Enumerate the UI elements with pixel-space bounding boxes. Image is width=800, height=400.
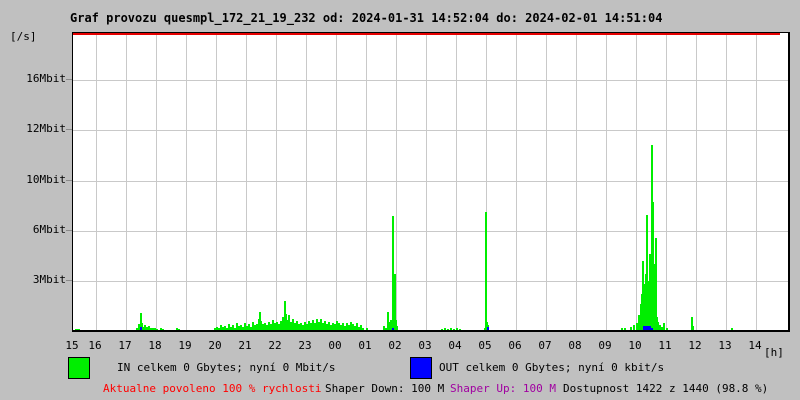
in-series-bar [485, 212, 487, 330]
in-series-bar [441, 329, 443, 330]
out-series-bar [651, 328, 653, 330]
horizontal-gridline [73, 130, 788, 131]
in-series-bar [450, 328, 452, 330]
y-axis-tick-mark [66, 129, 72, 130]
traffic-graph-page: { "title": "Graf provozu quesmpl_172_21_… [0, 0, 800, 400]
x-axis-tick-label: 16 [88, 339, 102, 352]
y-axis-tick-label: 3Mbit [32, 273, 66, 286]
y-axis-tick-mark [66, 280, 72, 281]
y-axis-tick-mark [66, 79, 72, 80]
graph-title: Graf provozu quesmpl_172_21_19_232 od: 2… [70, 11, 663, 25]
x-axis-tick-label: 14 [748, 339, 762, 352]
out-series-bar [487, 327, 489, 330]
x-axis-tick-label: 07 [538, 339, 552, 352]
x-axis-tick-label: 19 [178, 339, 192, 352]
y-axis-tick-label: 6Mbit [32, 223, 66, 236]
horizontal-gridline [73, 181, 788, 182]
x-axis-unit-label: [h] [764, 346, 784, 359]
legend-out-swatch [410, 357, 432, 379]
in-series-bar [666, 328, 668, 330]
status-allowed-speed: Aktualne povoleno 100 % rychlosti [103, 382, 322, 395]
in-series-bar [178, 329, 180, 330]
x-axis-tick-label: 04 [448, 339, 462, 352]
x-axis-tick-label: 23 [298, 339, 312, 352]
plot-area [72, 32, 790, 332]
x-axis-tick-label: 12 [688, 339, 702, 352]
horizontal-gridline [73, 281, 788, 282]
x-axis-tick-label: 03 [418, 339, 432, 352]
x-axis-tick-label: 21 [238, 339, 252, 352]
x-axis-tick-label: 22 [268, 339, 282, 352]
y-axis-tick-label: 16Mbit [26, 72, 66, 85]
in-series-bar [396, 326, 398, 330]
x-axis-tick-label: 15 [65, 339, 79, 352]
legend-in-swatch [68, 357, 90, 379]
horizontal-gridline [73, 80, 788, 81]
in-series-bar [621, 328, 623, 330]
in-series-bar [162, 329, 164, 330]
in-series-bar [459, 329, 461, 330]
horizontal-gridline [73, 231, 788, 232]
in-series-bar [362, 328, 364, 330]
x-axis-tick-label: 10 [628, 339, 642, 352]
in-series-bar [447, 329, 449, 330]
max-allowed-speed-line [73, 33, 780, 35]
x-axis-tick-label: 17 [118, 339, 132, 352]
x-axis-tick-label: 20 [208, 339, 222, 352]
x-axis-tick-label: 08 [568, 339, 582, 352]
x-axis-tick-label: 13 [718, 339, 732, 352]
status-availability: Dostupnost 1422 z 1440 (98.8 %) [563, 382, 769, 395]
y-axis-tick-label: 12Mbit [26, 122, 66, 135]
x-axis-tick-label: 11 [658, 339, 672, 352]
in-series-bar [630, 327, 632, 330]
out-series-bar [392, 328, 394, 330]
x-axis-tick-label: 02 [388, 339, 402, 352]
in-series-bar [78, 329, 80, 330]
status-shaper-down: Shaper Down: 100 M [325, 382, 445, 395]
in-series-bar [453, 329, 455, 330]
status-shaper-up: Shaper Up: 100 M [450, 382, 556, 395]
x-axis-tick-label: 05 [478, 339, 492, 352]
in-series-bar [366, 328, 368, 330]
y-axis-tick-mark [66, 180, 72, 181]
y-axis-tick-label: 10Mbit [26, 173, 66, 186]
x-axis-tick-label: 09 [598, 339, 612, 352]
in-series-bar [731, 328, 733, 330]
in-series-bar [456, 328, 458, 330]
x-axis-tick-label: 01 [358, 339, 372, 352]
x-axis-tick-label: 00 [328, 339, 342, 352]
out-series-bar [140, 327, 142, 330]
legend-in-label: IN celkem 0 Gbytes; nyní 0 Mbit/s [117, 361, 336, 374]
x-axis-tick-label: 18 [148, 339, 162, 352]
in-series-bar [663, 323, 665, 330]
in-series-bar [444, 328, 446, 330]
legend-out-label: OUT celkem 0 Gbytes; nyní 0 kbit/s [439, 361, 665, 374]
in-series-bar [633, 325, 635, 330]
y-axis-tick-mark [66, 230, 72, 231]
x-axis-tick-label: 06 [508, 339, 522, 352]
in-series-bar [692, 326, 694, 330]
in-series-bar [156, 329, 158, 330]
in-series-bar [624, 328, 626, 330]
y-axis-unit-label: [/s] [10, 30, 37, 43]
